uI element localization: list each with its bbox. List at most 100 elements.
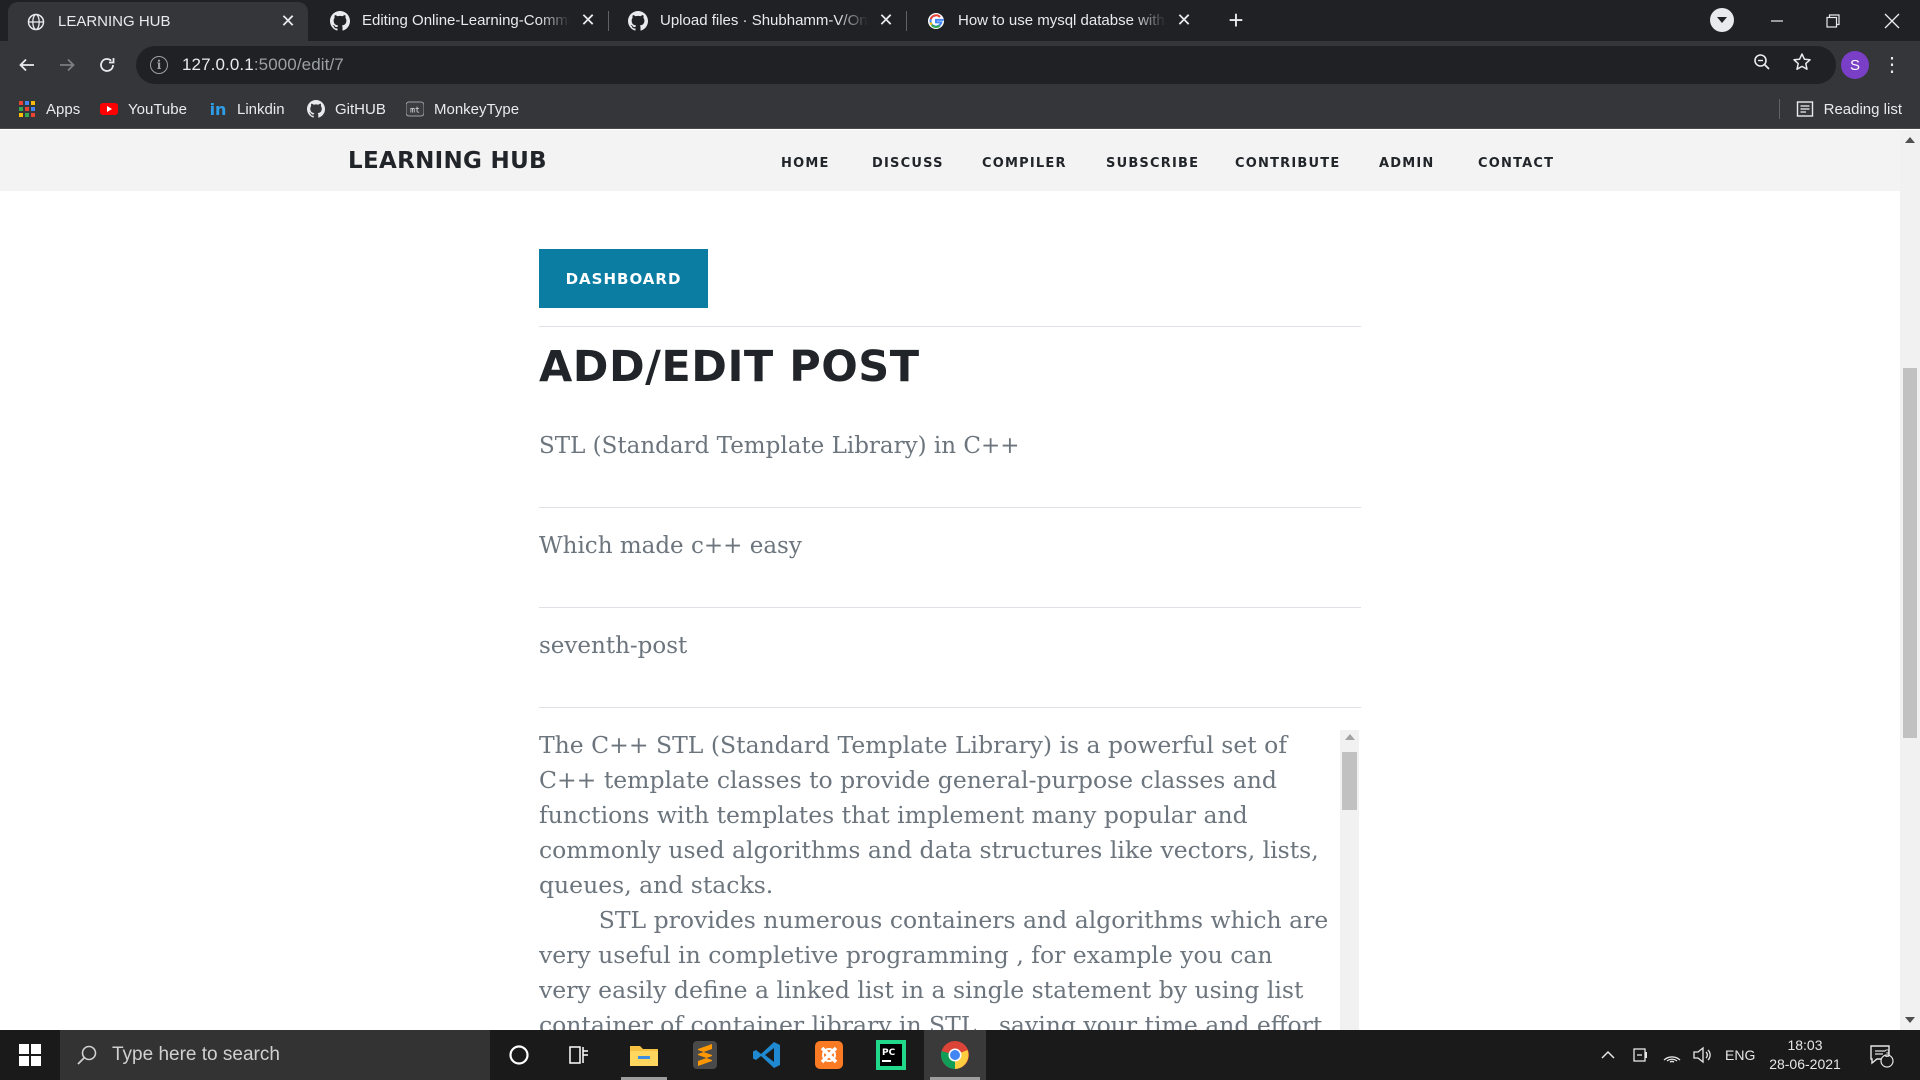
tab-learning-hub[interactable]: LEARNING HUB ✕ bbox=[8, 2, 308, 41]
content-paragraph: STL provides numerous containers and alg… bbox=[539, 906, 1336, 1030]
github-icon bbox=[307, 100, 325, 118]
tab-editing-github[interactable]: Editing Online-Learning-Community ✕ bbox=[312, 0, 608, 41]
tab-title: Upload files · Shubhamm-V/Online bbox=[660, 12, 868, 29]
bookmark-label: YouTube bbox=[128, 100, 187, 118]
bookmark-star-icon[interactable] bbox=[1791, 51, 1813, 73]
reading-list-label: Reading list bbox=[1823, 100, 1902, 118]
divider bbox=[539, 707, 1361, 708]
close-tab-icon[interactable]: ✕ bbox=[1172, 9, 1196, 33]
browser-tab-strip: LEARNING HUB ✕ Editing Online-Learning-C… bbox=[0, 0, 1920, 41]
divider bbox=[539, 607, 1361, 608]
page-scrollbar[interactable] bbox=[1900, 130, 1920, 1030]
close-tab-icon[interactable]: ✕ bbox=[276, 10, 300, 34]
clock-date: 28-06-2021 bbox=[1769, 1056, 1841, 1072]
nav-compiler[interactable]: COMPILER bbox=[982, 156, 1067, 171]
nav-admin[interactable]: ADMIN bbox=[1379, 156, 1435, 171]
language-indicator[interactable]: ENG bbox=[1725, 1030, 1755, 1080]
nav-home[interactable]: HOME bbox=[781, 156, 830, 171]
reading-list-button[interactable]: Reading list bbox=[1778, 97, 1902, 121]
bookmark-label: Linkdin bbox=[237, 100, 285, 118]
sublime-text-icon[interactable] bbox=[676, 1030, 734, 1080]
github-icon bbox=[628, 10, 648, 31]
nav-subscribe[interactable]: SUBSCRIBE bbox=[1106, 156, 1199, 171]
linkedin-icon: in bbox=[209, 99, 227, 119]
nav-contribute[interactable]: CONTRIBUTE bbox=[1235, 156, 1340, 171]
notification-count: 3 bbox=[1883, 1048, 1891, 1060]
page-title: ADD/EDIT POST bbox=[539, 342, 920, 392]
tab-mysql-flask[interactable]: How to use mysql databse with flask ✕ bbox=[908, 0, 1204, 41]
tab-upload-files[interactable]: Upload files · Shubhamm-V/Online ✕ bbox=[610, 0, 906, 41]
reload-button[interactable] bbox=[91, 49, 123, 81]
file-explorer-icon[interactable] bbox=[615, 1030, 673, 1080]
svg-text:PC: PC bbox=[882, 1048, 896, 1058]
notifications-button[interactable]: 3 bbox=[1868, 1030, 1894, 1080]
nav-discuss[interactable]: DISCUSS bbox=[872, 156, 944, 171]
tab-search-button[interactable] bbox=[1710, 8, 1734, 32]
chrome-icon[interactable] bbox=[924, 1030, 986, 1080]
forward-button[interactable] bbox=[51, 49, 83, 81]
scrollbar-thumb[interactable] bbox=[1342, 752, 1357, 810]
bookmark-label: GitHUB bbox=[335, 100, 386, 118]
post-tagline-input[interactable] bbox=[539, 526, 1361, 566]
tab-title: LEARNING HUB bbox=[58, 13, 171, 30]
cortana-icon[interactable] bbox=[490, 1030, 548, 1080]
bookmark-apps[interactable]: Apps bbox=[18, 97, 80, 121]
xampp-icon[interactable] bbox=[800, 1030, 858, 1080]
windows-taskbar: Type here to search PC ENG 18:03 28-06-2… bbox=[0, 1030, 1920, 1080]
address-bar[interactable]: i 127.0.0.1:5000/edit/7 bbox=[136, 46, 1836, 84]
wifi-icon[interactable] bbox=[1662, 1030, 1682, 1080]
new-tab-button[interactable]: + bbox=[1222, 6, 1250, 34]
divider bbox=[539, 507, 1361, 508]
post-slug-input[interactable] bbox=[539, 626, 1361, 666]
close-tab-icon[interactable]: ✕ bbox=[576, 9, 600, 33]
bookmarks-bar: Apps YouTube in Linkdin GitHUB mt Monkey… bbox=[0, 89, 1920, 129]
nav-contact[interactable]: CONTACT bbox=[1478, 156, 1554, 171]
post-content-textarea[interactable]: The C++ STL (Standard Template Library) … bbox=[539, 728, 1361, 1030]
bookmark-label: MonkeyType bbox=[434, 100, 520, 118]
post-title-input[interactable] bbox=[539, 426, 1361, 466]
scroll-up-arrow-icon[interactable] bbox=[1905, 137, 1915, 143]
site-navbar: LEARNING HUB HOME DISCUSS COMPILER SUBSC… bbox=[0, 130, 1900, 191]
google-icon bbox=[926, 11, 946, 31]
restore-window-button[interactable] bbox=[1805, 0, 1861, 41]
chevron-up-icon bbox=[1601, 1050, 1615, 1059]
browser-toolbar: i 127.0.0.1:5000/edit/7 S ⋮ bbox=[0, 41, 1920, 89]
youtube-icon bbox=[100, 100, 118, 118]
more-menu-icon[interactable]: ⋮ bbox=[1882, 51, 1902, 79]
battery-icon[interactable] bbox=[1632, 1030, 1650, 1080]
bookmark-github[interactable]: GitHUB bbox=[307, 97, 386, 121]
vscode-icon[interactable] bbox=[738, 1030, 796, 1080]
profile-avatar[interactable]: S bbox=[1841, 51, 1869, 79]
scroll-up-arrow-icon[interactable] bbox=[1345, 734, 1355, 740]
back-button[interactable] bbox=[11, 49, 43, 81]
globe-icon bbox=[26, 12, 46, 32]
divider bbox=[539, 326, 1361, 327]
minimize-window-button[interactable] bbox=[1749, 0, 1805, 41]
site-brand[interactable]: LEARNING HUB bbox=[348, 148, 547, 174]
start-button[interactable] bbox=[0, 1030, 60, 1080]
scroll-down-arrow-icon[interactable] bbox=[1905, 1017, 1915, 1023]
dashboard-button[interactable]: DASHBOARD bbox=[539, 249, 708, 308]
page-viewport: LEARNING HUB HOME DISCUSS COMPILER SUBSC… bbox=[0, 130, 1920, 1030]
bookmark-label: Apps bbox=[46, 100, 81, 118]
close-tab-icon[interactable]: ✕ bbox=[874, 9, 898, 33]
zoom-icon[interactable] bbox=[1751, 51, 1773, 73]
taskbar-search-box[interactable]: Type here to search bbox=[60, 1030, 490, 1080]
search-placeholder: Type here to search bbox=[112, 1044, 280, 1065]
site-info-icon[interactable]: i bbox=[150, 56, 168, 74]
scrollbar-thumb[interactable] bbox=[1903, 368, 1917, 738]
bookmark-youtube[interactable]: YouTube bbox=[100, 97, 187, 121]
pycharm-icon[interactable]: PC bbox=[862, 1030, 920, 1080]
volume-icon[interactable] bbox=[1692, 1030, 1712, 1080]
bookmark-monkeytype[interactable]: mt MonkeyType bbox=[406, 97, 519, 121]
textarea-scrollbar[interactable] bbox=[1340, 730, 1359, 1030]
bookmark-linkedin[interactable]: in Linkdin bbox=[209, 97, 285, 121]
close-window-button[interactable] bbox=[1864, 0, 1920, 41]
task-view-icon[interactable] bbox=[550, 1030, 608, 1080]
taskbar-clock[interactable]: 18:03 28-06-2021 bbox=[1760, 1036, 1850, 1074]
apps-grid-icon bbox=[18, 100, 36, 118]
monkeytype-icon: mt bbox=[406, 100, 424, 118]
windows-logo-icon bbox=[19, 1044, 41, 1066]
tab-separator bbox=[608, 11, 609, 31]
show-hidden-icons-button[interactable] bbox=[1600, 1030, 1616, 1080]
